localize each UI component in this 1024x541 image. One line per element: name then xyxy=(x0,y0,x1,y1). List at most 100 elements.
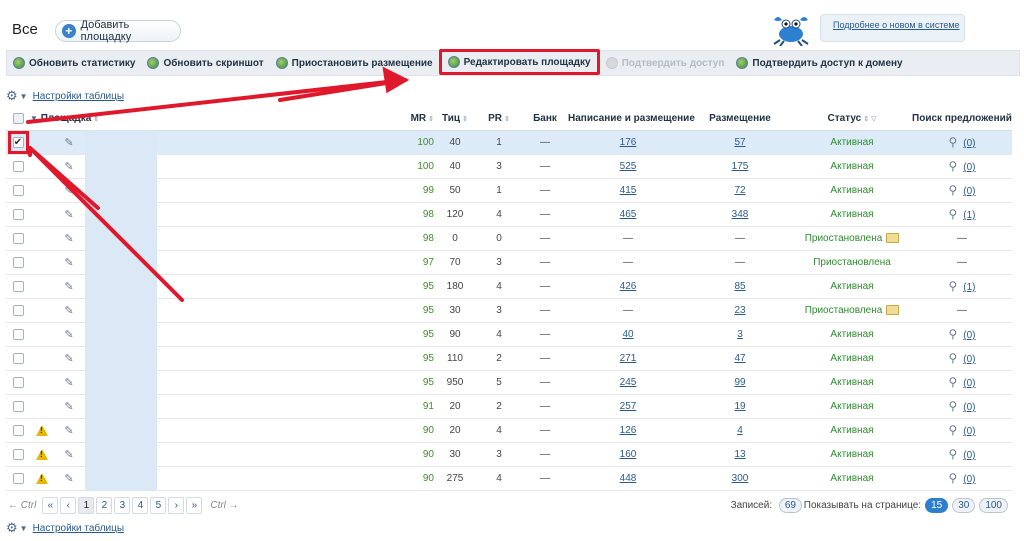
writing-link[interactable]: 40 xyxy=(622,329,633,340)
col-search[interactable]: Поиск предложений xyxy=(912,108,1012,131)
writing-cell[interactable]: 176 xyxy=(568,130,688,155)
writing-cell[interactable]: 245 xyxy=(568,370,688,395)
edit-pencil-icon[interactable]: ✎ xyxy=(64,184,73,197)
edit-cell[interactable]: ✎ xyxy=(54,202,84,227)
placement-cell[interactable]: 47 xyxy=(688,346,792,371)
placement-link[interactable]: 19 xyxy=(734,401,745,412)
row-checkbox[interactable] xyxy=(12,304,24,316)
checkbox-cell[interactable] xyxy=(6,274,30,299)
writing-cell[interactable]: 448 xyxy=(568,466,688,491)
search-cell[interactable]: ⚲ (0) xyxy=(912,370,1012,395)
search-magnifier-icon[interactable]: ⚲ xyxy=(948,135,957,149)
checkbox-cell[interactable]: ✔ xyxy=(6,130,30,155)
edit-cell[interactable]: ✎ xyxy=(54,370,84,395)
writing-cell[interactable]: 257 xyxy=(568,394,688,419)
search-cell[interactable]: ⚲ (0) xyxy=(912,346,1012,371)
writing-link[interactable]: 426 xyxy=(620,281,637,292)
edit-cell[interactable]: ✎ xyxy=(54,154,84,179)
writing-cell[interactable]: 415 xyxy=(568,178,688,203)
row-checkbox[interactable] xyxy=(12,472,24,484)
edit-pencil-icon[interactable]: ✎ xyxy=(64,160,73,173)
search-offers-link[interactable]: (0) xyxy=(963,474,975,485)
edit-cell[interactable]: ✎ xyxy=(54,178,84,203)
placement-cell[interactable]: 300 xyxy=(688,466,792,491)
edit-pencil-icon[interactable]: ✎ xyxy=(64,376,73,389)
placement-link[interactable]: 72 xyxy=(734,185,745,196)
checkbox-cell[interactable] xyxy=(6,202,30,227)
per-page-option[interactable]: 15 xyxy=(925,497,949,513)
pager-page-button[interactable]: 2 xyxy=(96,496,113,514)
writing-link[interactable]: 271 xyxy=(620,353,637,364)
writing-link[interactable]: 160 xyxy=(620,449,637,460)
edit-pencil-icon[interactable]: ✎ xyxy=(64,472,73,485)
checkbox-cell[interactable] xyxy=(6,394,30,419)
edit-cell[interactable]: ✎ xyxy=(54,274,84,299)
news-link[interactable]: Подробнее о новом в системе xyxy=(820,14,965,42)
row-checkbox[interactable] xyxy=(12,424,24,436)
search-magnifier-icon[interactable]: ⚲ xyxy=(948,423,957,437)
search-magnifier-icon[interactable]: ⚲ xyxy=(948,375,957,389)
row-checkbox[interactable] xyxy=(12,208,24,220)
placement-link[interactable]: 47 xyxy=(734,353,745,364)
checkbox-cell[interactable] xyxy=(6,346,30,371)
writing-cell[interactable]: 126 xyxy=(568,418,688,443)
row-checkbox[interactable] xyxy=(12,376,24,388)
search-magnifier-icon[interactable]: ⚲ xyxy=(948,183,957,197)
placement-link[interactable]: 13 xyxy=(734,449,745,460)
pager-first-button[interactable]: « xyxy=(42,496,59,514)
col-writing[interactable]: Написание и размещение xyxy=(568,108,695,131)
placement-cell[interactable]: 19 xyxy=(688,394,792,419)
edit-pencil-icon[interactable]: ✎ xyxy=(64,232,73,245)
placement-link[interactable]: 57 xyxy=(734,137,745,148)
placement-link[interactable]: 3 xyxy=(737,329,743,340)
writing-link[interactable]: 245 xyxy=(620,377,637,388)
search-cell[interactable]: ⚲ (0) xyxy=(912,442,1012,467)
filter-icon[interactable]: ▽ xyxy=(871,116,876,123)
checkbox-cell[interactable] xyxy=(6,250,30,275)
search-magnifier-icon[interactable]: ⚲ xyxy=(948,447,957,461)
search-offers-link[interactable]: (0) xyxy=(963,402,975,413)
edit-cell[interactable]: ✎ xyxy=(54,442,84,467)
col-pr[interactable]: PR ⇕ xyxy=(476,108,522,131)
search-cell[interactable]: ⚲ (0) xyxy=(912,178,1012,203)
edit-cell[interactable]: ✎ xyxy=(54,322,84,347)
placement-cell[interactable]: 348 xyxy=(688,202,792,227)
search-offers-link[interactable]: (0) xyxy=(963,354,975,365)
edit-pencil-icon[interactable]: ✎ xyxy=(64,280,73,293)
pager-prev-button[interactable]: ‹ xyxy=(60,496,77,514)
search-magnifier-icon[interactable]: ⚲ xyxy=(948,327,957,341)
edit-cell[interactable]: ✎ xyxy=(54,250,84,275)
placement-cell[interactable]: 175 xyxy=(688,154,792,179)
search-offers-link[interactable]: (0) xyxy=(963,162,975,173)
checkbox-cell[interactable] xyxy=(6,322,30,347)
search-magnifier-icon[interactable]: ⚲ xyxy=(948,159,957,173)
edit-cell[interactable]: ✎ xyxy=(54,418,84,443)
pager-next-button[interactable]: › xyxy=(168,496,185,514)
search-offers-link[interactable]: (0) xyxy=(963,138,975,149)
edit-cell[interactable]: ✎ xyxy=(54,298,84,323)
edit-pencil-icon[interactable]: ✎ xyxy=(64,448,73,461)
placement-cell[interactable]: 23 xyxy=(688,298,792,323)
search-offers-link[interactable]: (1) xyxy=(963,210,975,221)
search-cell[interactable]: ⚲ (1) xyxy=(912,274,1012,299)
edit-cell[interactable]: ✎ xyxy=(54,130,84,155)
search-cell[interactable]: ⚲ (0) xyxy=(912,394,1012,419)
search-cell[interactable]: ⚲ (0) xyxy=(912,418,1012,443)
placement-link[interactable]: 99 xyxy=(734,377,745,388)
checkbox-cell[interactable] xyxy=(6,466,30,491)
edit-cell[interactable]: ✎ xyxy=(54,226,84,251)
checkbox-cell[interactable] xyxy=(6,442,30,467)
col-site[interactable]: ▼ Площадка ⇕ xyxy=(30,108,394,131)
pager-page-button[interactable]: 5 xyxy=(150,496,167,514)
row-checkbox[interactable]: ✔ xyxy=(12,136,24,148)
row-checkbox[interactable] xyxy=(12,352,24,364)
row-checkbox[interactable] xyxy=(12,232,24,244)
col-mr[interactable]: MR ⇕ xyxy=(394,108,434,131)
select-all-checkbox[interactable] xyxy=(12,113,24,125)
per-page-option[interactable]: 100 xyxy=(979,497,1008,513)
search-cell[interactable]: ⚲ (0) xyxy=(912,130,1012,155)
search-magnifier-icon[interactable]: ⚲ xyxy=(948,471,957,485)
checkbox-cell[interactable] xyxy=(6,298,30,323)
placement-link[interactable]: 175 xyxy=(732,161,749,172)
placement-cell[interactable]: 72 xyxy=(688,178,792,203)
